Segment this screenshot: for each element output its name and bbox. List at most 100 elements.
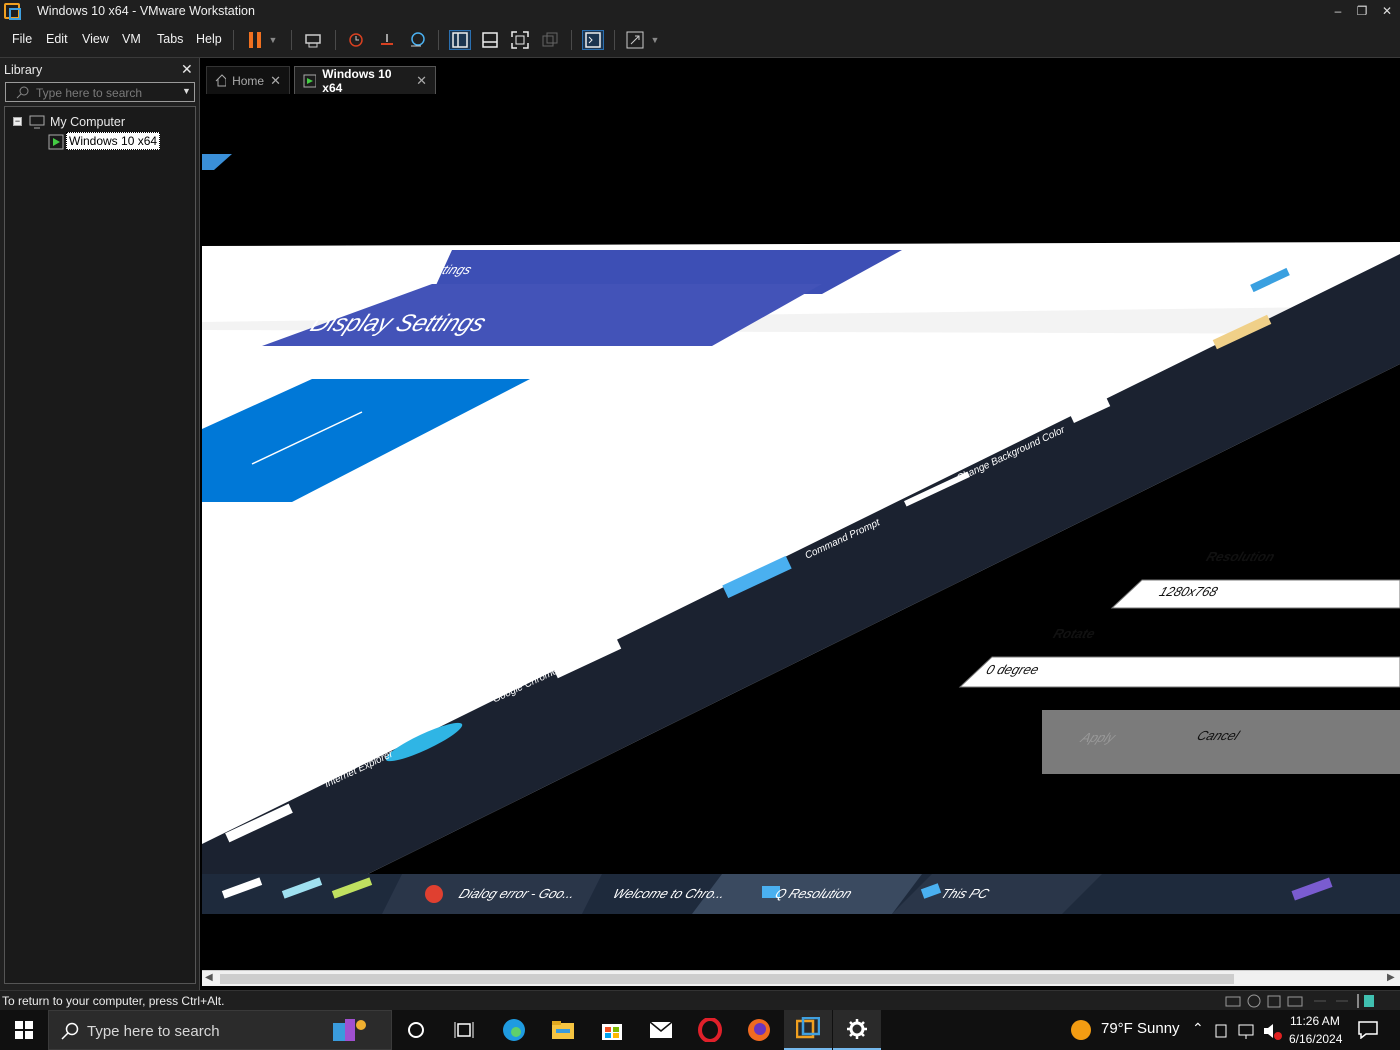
- pause-icon[interactable]: [244, 30, 266, 50]
- pause-dropdown-icon[interactable]: ▼: [266, 30, 280, 50]
- menu-help[interactable]: Help: [196, 32, 222, 46]
- restore-button[interactable]: ❐: [1351, 2, 1373, 20]
- vmware-taskbar-icon[interactable]: [784, 1010, 832, 1050]
- stretch-guest-icon[interactable]: [624, 30, 646, 50]
- edge-icon[interactable]: [490, 1010, 538, 1050]
- library-close-icon[interactable]: ✕: [181, 61, 193, 78]
- notifications-icon[interactable]: [1358, 1021, 1378, 1039]
- library-panel: Library ✕ ▼ − My Computer Windows 10 x64: [0, 58, 200, 990]
- stretch-dropdown-icon[interactable]: ▼: [648, 30, 662, 50]
- store-icon[interactable]: [588, 1010, 636, 1050]
- toolbar-separator: [335, 30, 336, 50]
- guest-taskbar-item[interactable]: Dialog error - Goo...: [457, 886, 579, 901]
- console-view-icon[interactable]: [582, 30, 604, 50]
- taskbar-search-input[interactable]: [87, 1022, 287, 1040]
- library-search: ▼: [5, 82, 195, 102]
- computer-icon: [29, 115, 45, 129]
- tab-home-label: Home: [232, 73, 265, 88]
- scroll-left-icon[interactable]: ◀: [205, 972, 213, 983]
- collapse-icon[interactable]: −: [13, 117, 22, 126]
- tab-home[interactable]: Home ✕: [206, 66, 290, 94]
- snapshot-manager-icon[interactable]: [406, 30, 428, 50]
- device-status-icons[interactable]: [1224, 993, 1374, 1009]
- guest-resolution-select[interactable]: 1280x768: [1157, 584, 1220, 599]
- vmware-icon: [4, 3, 21, 20]
- search-icon: [61, 1022, 79, 1040]
- home-icon: [215, 74, 227, 87]
- windows-icon: [15, 1021, 33, 1039]
- guest-taskbar-item[interactable]: This PC: [939, 886, 992, 901]
- guest-display-settings-title: Display Settings: [305, 310, 491, 337]
- scroll-right-icon[interactable]: ▶: [1387, 972, 1395, 983]
- firefox-icon[interactable]: [735, 1010, 783, 1050]
- guest-resolution-label: Resolution: [1204, 549, 1277, 564]
- host-taskbar: 79°F Sunny ⌃ 11:26 AM 6/16/2024: [0, 1010, 1400, 1050]
- vm-area: Home ✕ Windows 10 x64 ✕ Settings Display…: [202, 58, 1400, 990]
- horizontal-scrollbar[interactable]: ◀ ▶: [202, 970, 1400, 986]
- mail-icon[interactable]: [637, 1010, 685, 1050]
- menu-vm[interactable]: VM: [122, 32, 141, 46]
- guest-taskbar-item[interactable]: Welcome to Chro...: [611, 886, 729, 901]
- tab-vm[interactable]: Windows 10 x64 ✕: [294, 66, 436, 95]
- scrollbar-thumb[interactable]: [220, 974, 1234, 984]
- library-title: Library: [4, 63, 43, 77]
- toolbar-separator: [614, 30, 615, 50]
- library-search-input[interactable]: [36, 85, 176, 100]
- menu-file[interactable]: File: [12, 32, 32, 46]
- send-keys-icon[interactable]: [302, 30, 324, 50]
- search-dropdown-icon[interactable]: ▼: [182, 86, 191, 96]
- guest-cancel-button[interactable]: Cancel: [1195, 728, 1242, 743]
- tab-vm-label: Windows 10 x64: [322, 66, 392, 95]
- tray-chevron-icon[interactable]: ⌃: [1192, 1020, 1204, 1037]
- opera-icon[interactable]: [686, 1010, 734, 1050]
- full-screen-icon[interactable]: [509, 30, 531, 50]
- guest-taskbar-item[interactable]: Q Resolution: [773, 886, 855, 901]
- status-message: To return to your computer, press Ctrl+A…: [2, 994, 225, 1008]
- clock-time[interactable]: 11:26 AM: [1290, 1014, 1340, 1028]
- file-explorer-icon[interactable]: [539, 1010, 587, 1050]
- guest-rotate-label: Rotate: [1051, 626, 1098, 641]
- tree-my-computer[interactable]: My Computer: [50, 115, 125, 129]
- guest-screen-graphics: [202, 154, 1400, 974]
- close-button[interactable]: ✕: [1376, 2, 1398, 20]
- task-view-icon[interactable]: [440, 1010, 488, 1050]
- tab-vm-close-icon[interactable]: ✕: [416, 73, 427, 89]
- clock-date[interactable]: 6/16/2024: [1289, 1032, 1342, 1046]
- show-library-icon[interactable]: [449, 30, 471, 50]
- cortana-icon[interactable]: [392, 1010, 440, 1050]
- vm-icon: [48, 134, 64, 150]
- weather-sun-icon: [1071, 1020, 1091, 1040]
- guest-settings-title: Settings: [420, 262, 475, 277]
- guest-display[interactable]: Settings Display Settings Resolution 128…: [202, 94, 1400, 974]
- toolbar-separator: [571, 30, 572, 50]
- toolbar-separator: [438, 30, 439, 50]
- unity-icon[interactable]: [539, 30, 561, 50]
- title-bar: Windows 10 x64 - VMware Workstation – ❐ …: [0, 0, 1400, 22]
- tab-bar: Home ✕ Windows 10 x64 ✕: [202, 58, 1400, 95]
- search-icon: [16, 86, 29, 99]
- tree-windows-vm[interactable]: Windows 10 x64: [66, 132, 161, 150]
- search-highlight-icon: [333, 1019, 366, 1041]
- thumbnail-bar-icon[interactable]: [479, 30, 501, 50]
- taskbar-search[interactable]: [48, 1010, 392, 1050]
- menu-view[interactable]: View: [82, 32, 109, 46]
- minimize-button[interactable]: –: [1327, 2, 1349, 20]
- tray-icons[interactable]: [1214, 1022, 1284, 1040]
- status-bar: To return to your computer, press Ctrl+A…: [0, 990, 1400, 1010]
- guest-apply-button[interactable]: Apply: [1079, 730, 1119, 745]
- tab-home-close-icon[interactable]: ✕: [270, 73, 281, 89]
- window-title: Windows 10 x64 - VMware Workstation: [37, 4, 255, 18]
- toolbar-separator: [291, 30, 292, 50]
- menu-tabs[interactable]: Tabs: [157, 32, 183, 46]
- settings-gear-icon[interactable]: [833, 1010, 881, 1050]
- guest-rotate-select[interactable]: 0 degree: [984, 662, 1041, 677]
- menu-bar: File Edit View VM Tabs Help ▼ ▼: [0, 22, 1400, 58]
- library-tree: − My Computer Windows 10 x64: [4, 106, 196, 984]
- revert-snapshot-icon[interactable]: [376, 30, 398, 50]
- start-button[interactable]: [0, 1010, 48, 1050]
- menu-edit[interactable]: Edit: [46, 32, 68, 46]
- snapshot-icon[interactable]: [345, 30, 367, 50]
- vm-tab-icon: [303, 74, 317, 87]
- weather-text[interactable]: 79°F Sunny: [1101, 1020, 1180, 1037]
- toolbar-separator: [233, 30, 234, 50]
